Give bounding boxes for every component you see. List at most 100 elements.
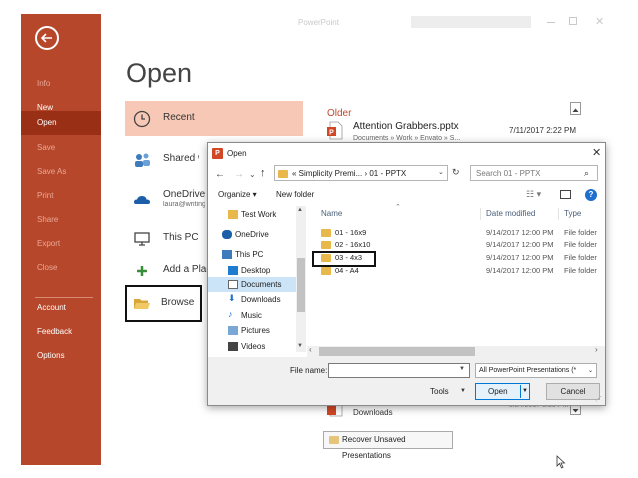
recent-file-name[interactable]: Attention Grabbers.pptx [353, 121, 459, 132]
sort-arrow-icon: ⌃ [395, 204, 401, 211]
chevron-left-icon[interactable]: ‹ [309, 345, 312, 354]
nav-pane-scrollbar[interactable]: ▲ ▼ [296, 206, 306, 352]
nav-save[interactable]: Save [21, 136, 101, 160]
title-blur [411, 16, 531, 28]
nav-pane-item[interactable]: Videos [208, 339, 296, 354]
recover-unsaved-button[interactable]: Recover Unsaved Presentations [323, 431, 453, 460]
help-icon[interactable]: ? [585, 189, 597, 201]
chevron-down-icon: ⌄ [588, 368, 594, 374]
place-recent[interactable]: Recent [125, 101, 303, 136]
document-icon [228, 280, 238, 289]
scroll-thumb[interactable] [319, 347, 475, 356]
place-shared-label: Shared with Me [163, 153, 199, 164]
nav-pane-item[interactable]: ⬇ Downloads [208, 292, 296, 307]
nav-share[interactable]: Share [21, 208, 101, 232]
column-divider[interactable] [480, 208, 481, 220]
annotation-highlight-box [312, 251, 376, 267]
scroll-thumb[interactable] [297, 258, 305, 312]
nav-info[interactable]: Info [21, 72, 101, 96]
nav-export[interactable]: Export [21, 232, 101, 256]
svg-text:P: P [329, 130, 334, 137]
folder-icon [228, 210, 238, 219]
nav-open[interactable]: Open [21, 111, 101, 135]
chevron-right-icon[interactable]: › [595, 345, 598, 354]
chevron-up-icon[interactable]: ▲ [297, 207, 303, 213]
cloud-icon [134, 196, 150, 204]
column-header-name[interactable]: Name [321, 209, 342, 218]
organize-button[interactable]: Organize ▾ [218, 190, 257, 199]
address-dropdown-button[interactable]: ⌄ [438, 168, 444, 176]
chevron-down-icon[interactable]: ▼ [297, 343, 303, 349]
recent-file-path: Documents » Work » Envato » S... [353, 135, 461, 142]
cancel-button[interactable]: Cancel [546, 383, 600, 400]
file-row[interactable]: 02 - 16x10 9/14/2017 12:00 PM File folde… [307, 239, 605, 251]
file-type-filter[interactable]: All PowerPoint Presentations (* ⌄ [475, 363, 597, 378]
dialog-footer: File name: ▼ All PowerPoint Presentation… [208, 357, 605, 405]
file-list-hscrollbar[interactable]: ‹ › [307, 345, 605, 357]
nav-up-button[interactable]: ↑ [260, 167, 266, 179]
nav-pane-item[interactable]: OneDrive [208, 227, 296, 242]
search-icon: ⌕ [584, 168, 590, 178]
nav-options[interactable]: Options [21, 344, 101, 368]
new-folder-button[interactable]: New folder [276, 190, 314, 199]
column-header-type[interactable]: Type [564, 209, 581, 218]
nav-forward-button[interactable]: → [234, 169, 244, 180]
file-type-filter-value: All PowerPoint Presentations (* [479, 367, 577, 374]
nav-save-as[interactable]: Save As [21, 160, 101, 184]
view-options-icon[interactable]: ☷ ▾ [526, 189, 541, 200]
nav-back-button[interactable]: ← [215, 169, 225, 180]
resize-grip-icon[interactable]: ⋰ [595, 395, 602, 403]
videos-icon [228, 342, 238, 351]
refresh-button[interactable]: ↻ [452, 167, 460, 178]
nav-print[interactable]: Print [21, 184, 101, 208]
address-bar[interactable]: « Simplicity Premi... › 01 - PPTX [274, 165, 448, 181]
open-button-label: Open [488, 387, 508, 396]
dialog-toolbar: Organize ▾ New folder ☷ ▾ ? [208, 185, 605, 206]
nav-pane-item[interactable]: Pictures [208, 323, 296, 338]
column-divider[interactable] [558, 208, 559, 220]
nav-pane-item[interactable]: This PC [208, 247, 296, 262]
nav-pane-item[interactable]: Test Work [208, 207, 296, 222]
dialog-close-button[interactable]: ✕ [592, 146, 601, 159]
preview-pane-icon[interactable] [560, 190, 571, 199]
folder-open-icon [134, 299, 150, 309]
recent-file-date: 7/11/2017 2:22 PM [509, 126, 577, 135]
nav-pane-item[interactable]: Desktop [208, 263, 296, 278]
minimize-button[interactable] [547, 22, 555, 23]
clock-icon [133, 110, 151, 128]
search-box[interactable]: Search 01 - PPTX ⌕ [470, 165, 598, 181]
recent-locations-button[interactable]: ⌄ [249, 170, 256, 179]
chevron-down-icon[interactable]: ▼ [460, 388, 466, 394]
folder-icon [278, 170, 288, 178]
file-row[interactable]: 01 - 16x9 9/14/2017 12:00 PM File folder [307, 227, 605, 239]
nav-feedback[interactable]: Feedback [21, 320, 101, 344]
nav-account[interactable]: Account [21, 296, 101, 320]
recent-file-location: Downloads [353, 408, 393, 417]
search-placeholder: Search 01 - PPTX [476, 169, 541, 178]
cloud-icon [222, 230, 232, 239]
file-name-input[interactable] [328, 363, 470, 378]
nav-close[interactable]: Close [21, 256, 101, 280]
place-add-label: Add a Place [163, 264, 208, 275]
folder-icon [329, 436, 339, 444]
tools-button[interactable]: Tools [430, 387, 449, 396]
nav-pane-item-selected[interactable]: Documents [208, 277, 296, 292]
window-close-button[interactable]: ✕ [595, 15, 604, 28]
open-button[interactable]: Open ▼ [475, 383, 530, 400]
place-browse[interactable]: Browse [125, 285, 202, 322]
folder-icon [321, 229, 331, 237]
dialog-title: Open [227, 149, 247, 158]
maximize-button[interactable] [569, 17, 577, 25]
recover-unsaved-label: Recover Unsaved Presentations [342, 435, 406, 460]
scroll-up-button[interactable] [570, 102, 581, 115]
file-name-label: File name: [290, 366, 328, 375]
column-header-date[interactable]: Date modified [486, 209, 535, 218]
back-button[interactable] [35, 26, 59, 50]
open-split-arrow-icon[interactable]: ▼ [520, 385, 529, 398]
arrow-left-icon [40, 33, 52, 43]
chevron-down-icon[interactable]: ▼ [459, 366, 465, 372]
nav-pane-item[interactable]: ♪ Music [208, 308, 296, 323]
music-icon: ♪ [228, 309, 233, 319]
mouse-cursor-icon [556, 455, 566, 469]
page-title: Open [126, 58, 193, 88]
